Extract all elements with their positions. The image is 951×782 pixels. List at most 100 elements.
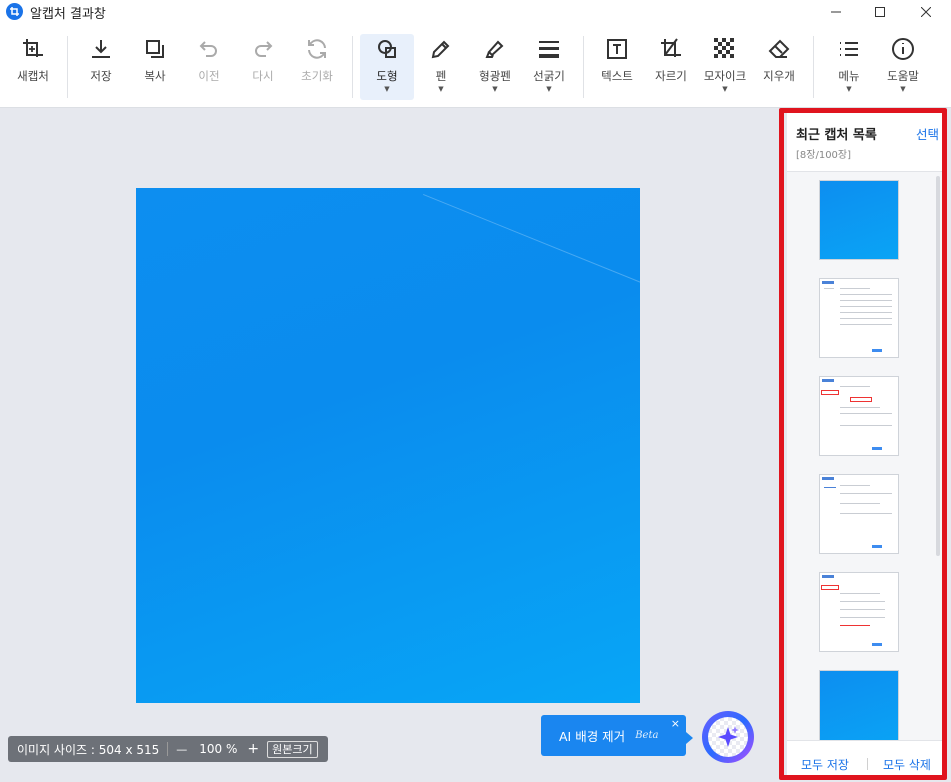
mosaic-label: 모자이크 — [703, 69, 747, 83]
zoom-out-button[interactable]: — — [176, 743, 187, 756]
thumbnail-line — [840, 300, 892, 301]
capture-thumbnail[interactable] — [819, 670, 899, 750]
thumbnail-button — [872, 545, 882, 548]
ai-background-removal-tooltip[interactable]: AI 배경 제거 Beta × — [541, 715, 693, 756]
minimize-button[interactable] — [813, 0, 859, 24]
capture-thumbnail[interactable] — [819, 572, 899, 652]
help-label: 도움말 — [887, 69, 919, 83]
text-icon — [602, 34, 632, 64]
close-icon[interactable]: × — [671, 717, 680, 730]
thumbnail-red-box — [821, 585, 839, 590]
background-light-streak — [422, 188, 640, 293]
text-label: 텍스트 — [601, 69, 633, 83]
status-bar: 이미지 사이즈 : 504 x 515 — 100 % + 원본크기 — [8, 736, 328, 762]
maximize-button[interactable] — [857, 0, 903, 24]
eraser-label: 지우개 — [763, 69, 795, 83]
pen-button[interactable]: 펜 ▼ — [414, 34, 468, 100]
captured-image[interactable] — [136, 188, 640, 703]
panel-title: 최근 캡처 목록 — [796, 128, 877, 143]
copy-button[interactable]: 복사 — [128, 34, 182, 100]
shape-icon — [372, 34, 402, 64]
menu-button[interactable]: 메뉴 ▼ — [822, 34, 876, 100]
thumbnail-line — [840, 493, 892, 494]
text-button[interactable]: 텍스트 — [590, 34, 644, 100]
crop-button[interactable]: 자르기 — [644, 34, 698, 100]
footer-divider — [867, 758, 868, 770]
thumbnail-line — [840, 318, 892, 319]
save-all-button[interactable]: 모두 저장 — [801, 756, 849, 773]
pen-label: 펜 — [435, 69, 447, 83]
status-divider — [167, 742, 169, 756]
reset-label: 초기화 — [301, 69, 333, 83]
tooltip-tail — [686, 732, 693, 744]
toolbar-divider — [352, 36, 353, 98]
chevron-down-icon: ▼ — [384, 85, 390, 93]
title-bar: 알캡처 결과창 — [0, 0, 951, 24]
help-icon — [888, 34, 918, 64]
shape-button[interactable]: 도형 ▼ — [360, 34, 414, 100]
thumbnail-line — [840, 609, 885, 610]
line-width-icon — [534, 34, 564, 64]
pen-icon — [426, 34, 456, 64]
select-button[interactable]: 선택 — [916, 124, 939, 143]
menu-label: 메뉴 — [838, 69, 860, 83]
highlighter-button[interactable]: 형광펜 ▼ — [468, 34, 522, 100]
capture-thumbnail[interactable] — [819, 180, 899, 260]
eraser-button[interactable]: 지우개 — [752, 34, 806, 100]
thumbnail-header — [822, 281, 834, 284]
delete-all-button[interactable]: 모두 삭제 — [883, 756, 931, 773]
undo-label: 이전 — [198, 69, 220, 83]
thumbnail-line — [840, 513, 892, 514]
thumbnail-header — [822, 379, 834, 382]
thumbnail-header — [822, 575, 834, 578]
thumbnail-button — [872, 643, 882, 646]
capture-thumbnail[interactable] — [819, 474, 899, 554]
zoom-in-button[interactable]: + — [247, 741, 259, 757]
help-button[interactable]: 도움말 ▼ — [876, 34, 930, 100]
thumbnail-line — [840, 601, 885, 602]
capture-thumbnail[interactable] — [819, 376, 899, 456]
save-button[interactable]: 저장 — [74, 34, 128, 100]
thumbnail-red-box — [821, 390, 839, 395]
thumbnail-line — [840, 288, 870, 289]
recent-captures-panel: 최근 캡처 목록 [8장/100장] 선택 모두 저장 모두 삭제 — [787, 112, 942, 776]
undo-button[interactable]: 이전 — [182, 34, 236, 100]
thumbnail-button — [872, 447, 882, 450]
shape-label: 도형 — [376, 69, 398, 83]
line-width-button[interactable]: 선굵기 ▼ — [522, 34, 576, 100]
thumbnail-list — [787, 172, 937, 750]
thumbnail-line — [840, 386, 870, 387]
thumbnail-line — [840, 503, 880, 504]
thumbnail-line — [840, 407, 880, 408]
image-size-label: 이미지 사이즈 : 504 x 515 — [17, 742, 160, 757]
new-capture-label: 새캡처 — [17, 69, 49, 83]
reset-icon — [302, 34, 332, 64]
reset-button[interactable]: 초기화 — [290, 34, 344, 100]
thumbnail-header — [822, 477, 834, 480]
thumbnail-line — [840, 485, 870, 486]
chevron-down-icon: ▼ — [492, 85, 498, 93]
mosaic-button[interactable]: 모자이크 ▼ — [698, 34, 752, 100]
app-logo-icon — [6, 3, 23, 20]
thumbnail-line — [840, 413, 892, 414]
panel-footer: 모두 저장 모두 삭제 — [787, 740, 942, 776]
new-capture-button[interactable]: 새캡처 — [6, 34, 60, 100]
undo-icon — [194, 34, 224, 64]
chevron-down-icon: ▼ — [846, 85, 852, 93]
panel-scrollbar[interactable] — [936, 176, 940, 556]
capture-thumbnail[interactable] — [819, 278, 899, 358]
thumbnail-line — [840, 625, 870, 626]
zoom-level: 100 % — [199, 742, 238, 756]
crop-icon — [656, 34, 686, 64]
toolbar-divider — [583, 36, 584, 98]
chevron-down-icon: ▼ — [546, 85, 552, 93]
thumbnail-line — [840, 312, 892, 313]
original-size-button[interactable]: 원본크기 — [267, 740, 318, 758]
ai-background-removal-button[interactable] — [702, 711, 754, 763]
close-button[interactable] — [903, 0, 949, 24]
ai-label: AI 배경 제거 — [559, 729, 626, 744]
chevron-down-icon: ▼ — [722, 85, 728, 93]
thumbnail-line — [824, 288, 834, 289]
redo-button[interactable]: 다시 — [236, 34, 290, 100]
beta-label: Beta — [635, 730, 659, 741]
